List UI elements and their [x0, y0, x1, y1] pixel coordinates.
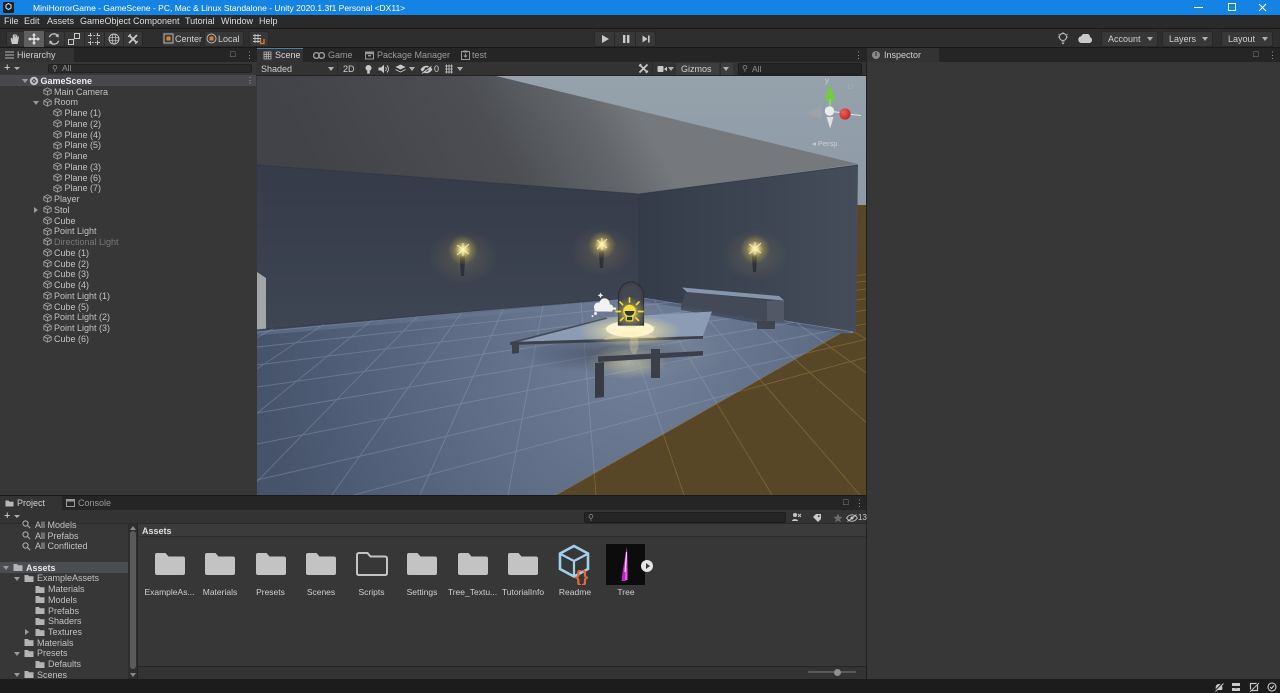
svg-text:{}: {} — [575, 567, 589, 585]
svg-text:y: y — [825, 76, 829, 85]
svg-text:□: □ — [848, 82, 853, 91]
svg-text:◂ Persp: ◂ Persp — [812, 139, 837, 148]
